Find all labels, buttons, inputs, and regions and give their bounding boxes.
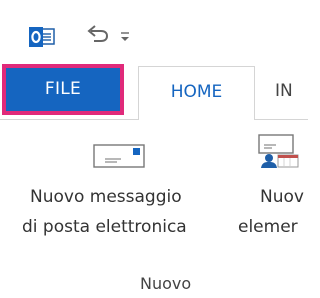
tab-home[interactable]: HOME [138, 66, 255, 120]
new-email-label-line1: Nuovo messaggio [30, 187, 182, 207]
tab-file[interactable]: FILE [2, 64, 124, 115]
customize-toolbar-icon[interactable] [118, 27, 132, 43]
group-label-nuovo: Nuovo [140, 274, 192, 293]
outlook-logo-icon [29, 26, 55, 48]
ribbon-panel: Nuovo messaggio di posta elettronica Nuo… [0, 120, 308, 298]
new-email-button[interactable]: Nuovo messaggio di posta elettronica [0, 120, 232, 260]
new-email-icon [93, 144, 145, 172]
new-email-label-line2: di posta elettronica [22, 217, 187, 237]
new-items-button[interactable]: Nuov elemer [232, 120, 308, 260]
ribbon-tab-strip: FILE HOME IN [0, 60, 308, 120]
undo-icon[interactable] [84, 23, 110, 45]
title-bar [0, 0, 308, 60]
new-items-label-line2: elemer [238, 217, 298, 237]
new-items-icon [258, 134, 302, 174]
tab-insert[interactable]: IN [275, 66, 293, 120]
new-items-label-line1: Nuov [260, 187, 304, 207]
